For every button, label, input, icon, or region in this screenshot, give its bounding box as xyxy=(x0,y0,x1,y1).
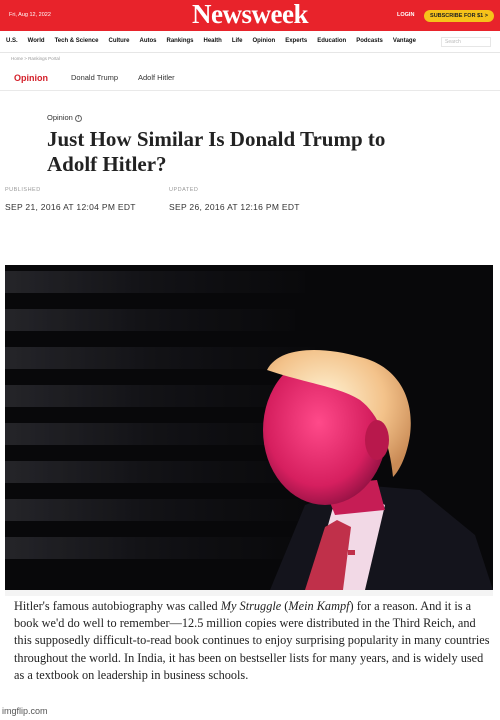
nav-item-us[interactable]: U.S. xyxy=(6,38,18,44)
kicker-label[interactable]: Opinion xyxy=(47,113,73,122)
nav-item-rankings[interactable]: Rankings xyxy=(166,38,193,44)
published-date: SEP 21, 2016 AT 12:04 PM EDT xyxy=(5,202,136,212)
updated-date: SEP 26, 2016 AT 12:16 PM EDT xyxy=(169,202,300,212)
nav-item-education[interactable]: Education xyxy=(317,38,346,44)
speaker-photo-illustration xyxy=(5,265,493,590)
published-label: PUBLISHED xyxy=(5,187,41,193)
nav-item-autos[interactable]: Autos xyxy=(139,38,156,44)
login-link[interactable]: LOGIN xyxy=(397,12,414,18)
imgflip-watermark: imgflip.com xyxy=(2,706,48,716)
article-body: Hitler's famous autobiography was called… xyxy=(14,598,494,684)
headline-line-2: Adolf Hitler? xyxy=(47,152,167,176)
nav-item-world[interactable]: World xyxy=(28,38,45,44)
breadcrumb[interactable]: Home > Rankings Portal xyxy=(11,56,60,61)
nav-item-experts[interactable]: Experts xyxy=(285,38,307,44)
search-input[interactable]: Search xyxy=(441,37,491,47)
subscribe-button[interactable]: SUBSCRIBE FOR $1 > xyxy=(424,10,494,22)
nav-item-life[interactable]: Life xyxy=(232,38,243,44)
article-kicker: Opinion i xyxy=(47,113,82,122)
main-nav: U.S. World Tech & Science Culture Autos … xyxy=(0,31,500,53)
tag-link-trump[interactable]: Donald Trump xyxy=(71,73,118,82)
body-title-my-struggle: My Struggle xyxy=(220,599,282,613)
updated-label: UPDATED xyxy=(169,187,199,193)
nav-item-culture[interactable]: Culture xyxy=(108,38,129,44)
body-text-1: Hitler's famous autobiography was called xyxy=(14,599,221,613)
nav-item-vantage[interactable]: Vantage xyxy=(393,38,416,44)
body-title-mein-kampf: Mein Kampf xyxy=(288,599,350,613)
info-icon[interactable]: i xyxy=(74,114,82,122)
photo-caption-strip xyxy=(5,590,493,596)
nav-item-podcasts[interactable]: Podcasts xyxy=(356,38,383,44)
nav-item-health[interactable]: Health xyxy=(204,38,222,44)
nav-item-tech-science[interactable]: Tech & Science xyxy=(55,38,99,44)
section-label[interactable]: Opinion xyxy=(14,73,48,83)
article-photo xyxy=(5,265,493,590)
article-headline: Just How Similar Is Donald Trump to Adol… xyxy=(47,127,467,177)
tag-link-hitler[interactable]: Adolf Hitler xyxy=(138,73,175,82)
top-header: Fri, Aug 12, 2022 Newsweek LOGIN SUBSCRI… xyxy=(0,0,500,31)
nav-item-opinion[interactable]: Opinion xyxy=(253,38,276,44)
section-subnav: Opinion Donald Trump Adolf Hitler xyxy=(0,66,500,91)
headline-line-1: Just How Similar Is Donald Trump to xyxy=(47,127,386,151)
